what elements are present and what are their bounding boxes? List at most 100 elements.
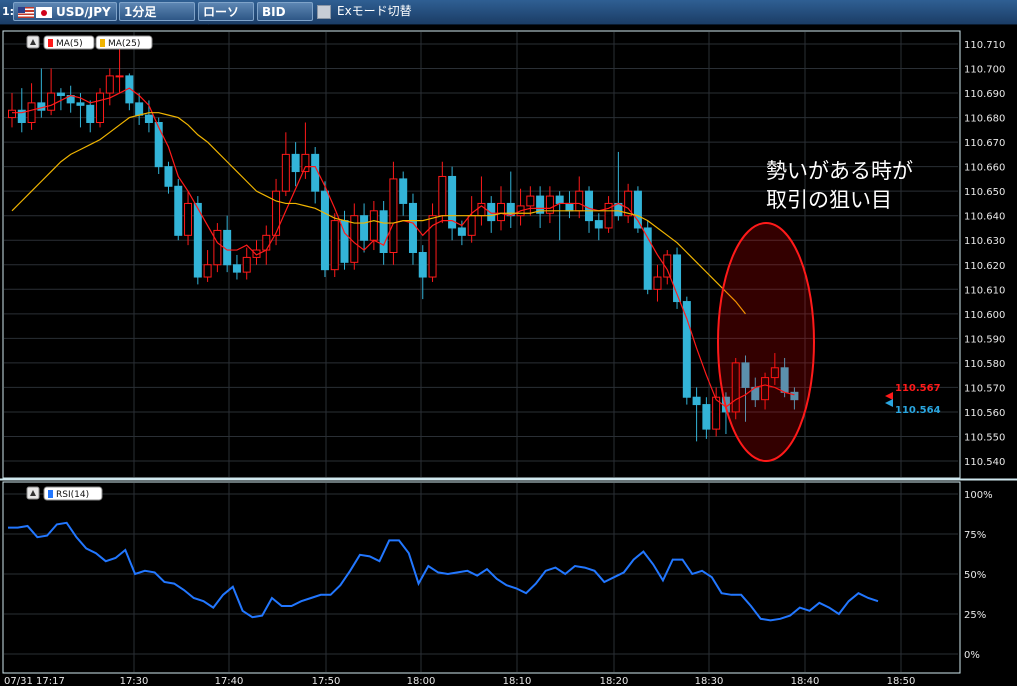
price-tick-label: 110.630 (964, 236, 1005, 247)
time-axis: 07/31 17:17 17:30 17:40 17:50 18:00 18:10 18:2… (4, 676, 915, 686)
candle-down (86, 104, 95, 123)
candle-up (184, 202, 193, 236)
candle-down (320, 190, 329, 271)
candle-down (565, 202, 574, 212)
main-panel-border (2, 30, 961, 479)
price-axis: 110.710 110.700 110.690 110.680 110.670 110.6… (964, 40, 1005, 468)
price-tick-label: 110.660 (964, 163, 1005, 174)
candle-up (653, 276, 662, 290)
candle-up (47, 92, 56, 111)
candle-up (526, 195, 535, 207)
ma25-label: MA(25) (108, 39, 140, 49)
ma25-swatch-icon (100, 39, 105, 47)
candle-up (96, 92, 105, 123)
time-tick-label: 17:50 (312, 676, 341, 686)
price-tick-label: 110.570 (964, 383, 1005, 394)
candle-down (457, 227, 466, 236)
rsi-line (8, 521, 879, 622)
candle-down (154, 121, 163, 168)
rsi-axis: 100% 75% 50% 25% 0% (964, 490, 993, 661)
price-tick-label: 110.700 (964, 65, 1005, 76)
main-legend: MA(5) MA(25) (26, 35, 153, 50)
candle-up (330, 220, 339, 271)
candle-down (164, 166, 173, 187)
time-tick-label: 18:10 (503, 676, 532, 686)
candle-down (585, 190, 594, 222)
rsi-tick-label: 25% (964, 610, 986, 621)
candle-up (203, 264, 212, 278)
candle-up (105, 75, 114, 94)
price-tick-label: 110.620 (964, 261, 1005, 272)
time-tick-label: 17:30 (120, 676, 149, 686)
chart-svg: 110.710 110.700 110.690 110.680 110.670 110.6… (0, 30, 1017, 686)
candle-up (27, 102, 36, 123)
candle-up (262, 234, 271, 251)
candle-down (399, 178, 408, 204)
ma5-label: MA(5) (56, 39, 83, 49)
candle-down (135, 102, 144, 116)
price-tick-label: 110.560 (964, 408, 1005, 419)
candle-up (8, 109, 16, 119)
candle-down (408, 202, 417, 253)
rsi-label: RSI(14) (56, 490, 89, 500)
candle-down (692, 396, 701, 406)
candle-down (76, 102, 85, 106)
candle-down (682, 301, 691, 398)
candle-up (301, 153, 310, 173)
candle-down (56, 92, 65, 97)
price-tick-label: 110.610 (964, 285, 1005, 296)
candle-up (242, 256, 251, 273)
price-tick-label: 110.670 (964, 138, 1005, 149)
time-tick-label: 17:40 (215, 676, 244, 686)
rsi-panel-border (2, 481, 961, 674)
annotation-line-1: 勢いがある時が (766, 159, 913, 183)
candle-down (555, 195, 564, 204)
price-tick-label: 110.680 (964, 114, 1005, 125)
price-tick-label: 110.690 (964, 89, 1005, 100)
time-tick-label: 18:00 (407, 676, 436, 686)
rsi-tick-label: 0% (964, 650, 980, 661)
candle-up (575, 190, 584, 212)
price-tick-label: 110.650 (964, 187, 1005, 198)
candle-down (174, 185, 183, 236)
candle-down (360, 215, 369, 241)
candle-down (418, 252, 427, 278)
price-tick-label: 110.590 (964, 334, 1005, 345)
price-tick-label: 110.600 (964, 310, 1005, 321)
price-tick-label: 110.550 (964, 432, 1005, 443)
rsi-legend: RSI(14) (26, 486, 103, 501)
time-tick-label: 18:50 (887, 676, 916, 686)
rsi-tick-label: 100% (964, 490, 993, 501)
bid-price-tag: 110.564 (895, 405, 941, 416)
bid-tag-icon (885, 399, 893, 407)
candle-up (369, 210, 378, 241)
time-tick-label: 18:40 (791, 676, 820, 686)
rsi-tick-label: 75% (964, 530, 986, 541)
price-tick-label: 110.640 (964, 212, 1005, 223)
candle-down (633, 190, 642, 229)
candle-down (291, 153, 300, 173)
ask-tag-icon (885, 392, 893, 400)
price-tick-label: 110.580 (964, 359, 1005, 370)
rsi-polyline (8, 521, 879, 622)
candle-down (193, 202, 202, 278)
candle-up (467, 215, 476, 236)
candle-down (232, 264, 241, 273)
ask-price-tag: 110.567 (895, 383, 941, 394)
candle-up (115, 75, 124, 78)
highlight-ellipse (717, 222, 815, 462)
time-tick-label: 18:30 (695, 676, 724, 686)
candle-down (144, 114, 153, 123)
price-tick-label: 110.710 (964, 40, 1005, 51)
candle-up (438, 175, 447, 217)
ma5-swatch-icon (48, 39, 53, 47)
candle-up (389, 178, 398, 253)
time-tick-label: 18:20 (600, 676, 629, 686)
grid (4, 32, 958, 672)
rsi-swatch-icon (48, 490, 53, 498)
candle-down (379, 210, 388, 254)
candle-up (213, 229, 222, 266)
candle-up (497, 202, 505, 222)
rsi-tick-label: 50% (964, 570, 986, 581)
candle-down (594, 220, 603, 229)
